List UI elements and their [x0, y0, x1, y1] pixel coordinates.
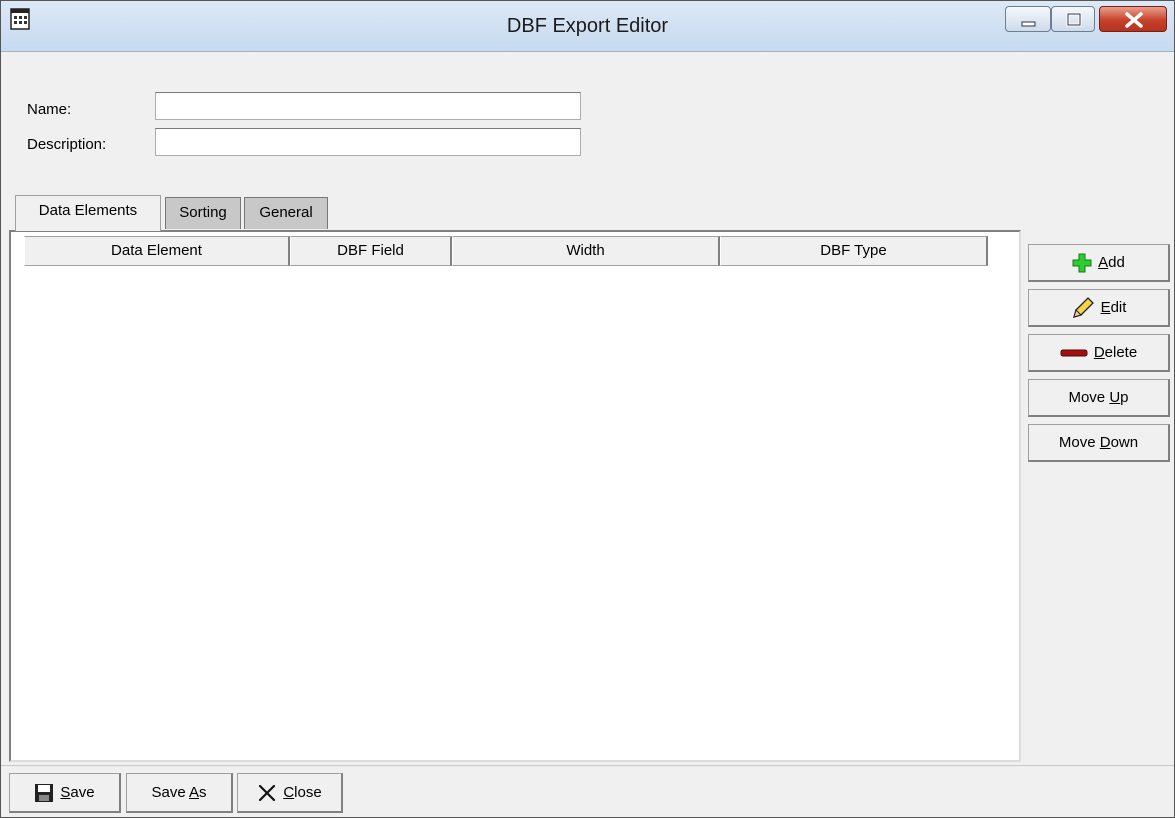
minus-icon	[1060, 349, 1088, 356]
close-window-button[interactable]	[1099, 6, 1167, 32]
column-header-dbf-field[interactable]: DBF Field	[290, 236, 452, 266]
description-label: Description:	[27, 136, 107, 153]
pencil-icon	[1072, 296, 1094, 318]
description-input[interactable]	[155, 128, 581, 156]
save-as-button[interactable]: Save As	[126, 773, 233, 813]
footer-divider	[1, 765, 1174, 766]
minimize-button[interactable]	[1005, 6, 1051, 32]
maximize-icon	[1066, 12, 1082, 27]
close-button[interactable]: Close	[237, 773, 343, 813]
minimize-icon	[1021, 21, 1036, 27]
save-button[interactable]: Save	[9, 773, 121, 813]
move-down-button[interactable]: Move Down	[1028, 424, 1170, 462]
close-icon	[1125, 12, 1143, 28]
name-input[interactable]	[155, 92, 581, 120]
grid-header: Data Element DBF Field Width DBF Type	[24, 236, 988, 266]
maximize-button[interactable]	[1051, 6, 1095, 32]
add-button[interactable]: Add	[1028, 244, 1170, 282]
floppy-disk-icon	[35, 783, 54, 802]
edit-button[interactable]: Edit	[1028, 289, 1170, 327]
move-up-button[interactable]: Move Up	[1028, 379, 1170, 417]
tab-sorting[interactable]: Sorting	[165, 197, 241, 229]
name-label: Name:	[27, 101, 72, 118]
window-title: DBF Export Editor	[506, 15, 669, 37]
column-header-dbf-type[interactable]: DBF Type	[720, 236, 988, 266]
title-bar[interactable]: DBF Export Editor	[1, 1, 1174, 52]
plus-icon	[1072, 253, 1092, 272]
x-icon	[259, 784, 276, 801]
tab-general[interactable]: General	[244, 197, 328, 229]
column-header-data-element[interactable]: Data Element	[24, 236, 290, 266]
data-elements-grid[interactable]: Data Element DBF Field Width DBF Type	[9, 230, 1021, 762]
dbf-export-editor-window: DBF Export Editor Name: Description: Dat…	[0, 0, 1175, 818]
column-header-width[interactable]: Width	[452, 236, 720, 266]
tab-data-elements[interactable]: Data Elements	[15, 195, 161, 231]
delete-button[interactable]: Delete	[1028, 334, 1170, 372]
